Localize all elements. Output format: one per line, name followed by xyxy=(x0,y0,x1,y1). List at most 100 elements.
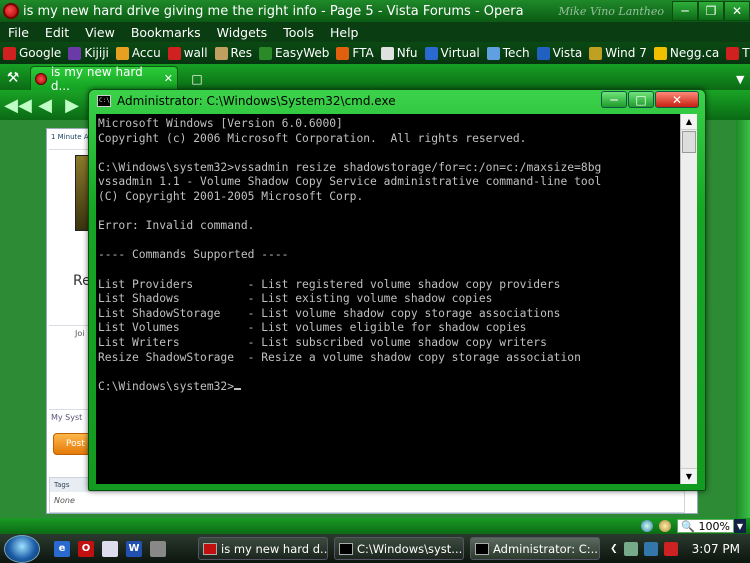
bookmark-icon xyxy=(589,46,603,60)
tab-bar: ⚒ is my new hard d... ✕ □ ▼ xyxy=(0,64,750,93)
scroll-thumb[interactable] xyxy=(682,131,696,153)
cmd-title-bar[interactable]: C:\ Administrator: C:\Windows\System32\c… xyxy=(89,90,705,112)
opera-title-bar: is my new hard drive giving me the right… xyxy=(0,0,750,22)
bookmark-accu[interactable]: Accu xyxy=(113,46,165,60)
bookmark-easyweb[interactable]: EasyWeb xyxy=(256,46,333,60)
ie-icon[interactable]: e xyxy=(54,540,70,557)
forward-icon[interactable]: ▶ xyxy=(60,95,84,116)
close-button[interactable]: ✕ xyxy=(724,1,750,21)
menu-bookmarks[interactable]: Bookmarks xyxy=(123,25,209,40)
media-icon[interactable] xyxy=(102,540,118,557)
bookmark-icon xyxy=(424,46,438,60)
webpage-top-label: 1 Minute A xyxy=(51,133,89,141)
cmd-close-button[interactable]: ✕ xyxy=(655,91,699,108)
bookmark-wind-7[interactable]: Wind 7 xyxy=(586,46,651,60)
bookmark-fta[interactable]: FTA xyxy=(333,46,377,60)
rewind-icon[interactable]: ◀◀ xyxy=(4,95,32,116)
bookmark-virtual[interactable]: Virtual xyxy=(422,46,484,60)
back-icon[interactable]: ◀ xyxy=(33,95,57,116)
tab-active[interactable]: is my new hard d... ✕ xyxy=(30,65,178,93)
cmd-window: C:\ Administrator: C:\Windows\System32\c… xyxy=(88,89,706,491)
new-tab-icon[interactable]: □ xyxy=(186,68,208,90)
bookmark-tiger[interactable]: Tiger xyxy=(723,46,750,60)
taskbar-button[interactable]: Administrator: C:... xyxy=(470,537,600,560)
taskbar-button[interactable]: C:\Windows\syst... xyxy=(334,537,464,560)
webpage-join-label: Joi xyxy=(75,329,85,338)
zoom-level[interactable]: 🔍 100% xyxy=(677,519,734,533)
opera-tab-icon xyxy=(35,72,47,85)
scroll-up-icon[interactable]: ▲ xyxy=(681,114,697,130)
taskbar-button[interactable]: is my new hard d... xyxy=(198,537,328,560)
tools-icon[interactable] xyxy=(150,540,166,557)
taskbar-button-label: Administrator: C:... xyxy=(493,541,600,556)
bookmark-res[interactable]: Res xyxy=(212,46,256,60)
console-line: Error: Invalid command. xyxy=(98,219,255,233)
signature-watermark: Mike Vino Lantheo xyxy=(558,4,664,18)
tray-app-icon[interactable] xyxy=(623,541,638,556)
system-tray: ❮ 3:07 PM xyxy=(610,541,750,556)
panel-icon[interactable] xyxy=(641,520,654,532)
menu-bar: File Edit View Bookmarks Widgets Tools H… xyxy=(0,22,750,42)
bookmark-icon xyxy=(115,46,129,60)
menu-tools[interactable]: Tools xyxy=(275,25,322,40)
network-icon[interactable] xyxy=(643,541,658,556)
bookmark-kijiji[interactable]: Kijiji xyxy=(65,46,113,60)
cmd-maximize-button[interactable]: □ xyxy=(628,91,654,108)
bookmark-wall[interactable]: wall xyxy=(165,46,212,60)
view-icon[interactable] xyxy=(659,520,672,532)
cmd-console[interactable]: Microsoft Windows [Version 6.0.6000] Cop… xyxy=(96,114,680,484)
console-line: C:\Windows\system32>vssadmin resize shad… xyxy=(98,160,602,174)
bookmark-icon xyxy=(653,46,667,60)
bookmark-google[interactable]: Google xyxy=(0,46,65,60)
cmd-title: Administrator: C:\Windows\System32\cmd.e… xyxy=(117,94,396,108)
bookmark-icon xyxy=(68,46,82,60)
bookmark-icon xyxy=(536,46,550,60)
opera-logo-icon[interactable] xyxy=(3,3,19,19)
bookmark-tech[interactable]: Tech xyxy=(484,46,534,60)
tab-close-icon[interactable]: ✕ xyxy=(164,72,173,85)
tray-expand-icon[interactable]: ❮ xyxy=(610,544,618,554)
bookmark-label: Kijiji xyxy=(84,46,109,60)
taskbar-button-label: is my new hard d... xyxy=(221,541,328,556)
console-line: ---- Commands Supported ---- xyxy=(98,248,289,262)
clock[interactable]: 3:07 PM xyxy=(692,542,740,556)
scroll-down-icon[interactable]: ▼ xyxy=(681,468,697,484)
webpage-system-label: My Syst xyxy=(51,413,83,422)
bookmark-negg-ca[interactable]: Negg.ca xyxy=(651,46,723,60)
volume-icon[interactable] xyxy=(663,541,678,556)
taskbar: e O W is my new hard d... C:\Windows\syst… xyxy=(0,534,750,563)
bookmark-nfu[interactable]: Nfu xyxy=(378,46,422,60)
console-line: Copyright (c) 2006 Microsoft Corporation… xyxy=(98,131,527,145)
start-button[interactable] xyxy=(4,534,40,563)
cmd-scrollbar[interactable]: ▲ ▼ xyxy=(680,114,697,484)
cmd-icon[interactable]: C:\ xyxy=(97,95,111,107)
quick-launch: e O W xyxy=(54,540,174,557)
cmd-minimize-button[interactable]: ─ xyxy=(601,91,627,108)
menu-help[interactable]: Help xyxy=(322,25,367,40)
menu-file[interactable]: File xyxy=(0,25,37,40)
taskbar-app-icon xyxy=(339,542,353,555)
menu-view[interactable]: View xyxy=(77,25,123,40)
console-line: Microsoft Windows [Version 6.0.6000] xyxy=(98,117,343,130)
bookmark-label: Wind 7 xyxy=(605,46,647,60)
tab-menu-icon[interactable]: ▼ xyxy=(736,68,750,90)
page-scrollbar[interactable] xyxy=(736,120,750,518)
bookmark-icon xyxy=(214,46,228,60)
console-line: (C) Copyright 2001-2005 Microsoft Corp. xyxy=(98,189,364,203)
zoom-dropdown-icon[interactable]: ▼ xyxy=(734,519,746,533)
bookmark-vista[interactable]: Vista xyxy=(534,46,587,60)
menu-edit[interactable]: Edit xyxy=(37,25,77,40)
bookmark-label: Nfu xyxy=(396,46,418,60)
word-icon[interactable]: W xyxy=(126,540,142,557)
menu-widgets[interactable]: Widgets xyxy=(209,25,276,40)
bookmark-icon xyxy=(167,46,181,60)
opera-icon[interactable]: O xyxy=(78,540,94,557)
task-buttons: is my new hard d... C:\Windows\syst... Adm… xyxy=(192,537,600,560)
bookmark-icon xyxy=(3,46,16,60)
restore-button[interactable]: ❐ xyxy=(698,1,724,21)
bookmark-label: Negg.ca xyxy=(669,46,720,60)
minimize-button[interactable]: ─ xyxy=(672,1,698,21)
wrench-icon[interactable]: ⚒ xyxy=(0,66,26,90)
bookmark-label: Google xyxy=(19,46,62,60)
console-line: List Shadows - List existing volume shad… xyxy=(98,292,493,306)
